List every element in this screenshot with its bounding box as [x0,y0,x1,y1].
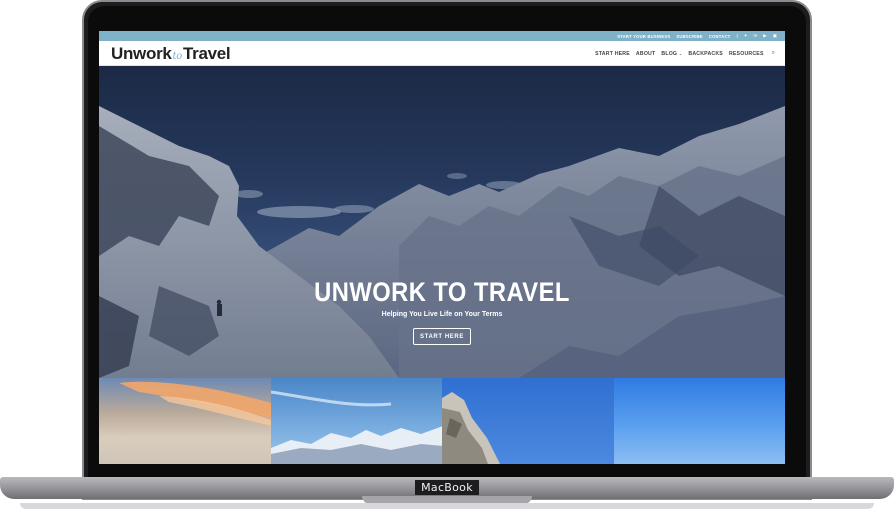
nav-blog[interactable]: BLOG ⌄ [661,51,682,57]
logo-word-unwork: Unwork [111,44,172,63]
instagram-icon[interactable]: ▣ [773,33,777,39]
facebook-icon[interactable]: f [736,34,737,39]
hero-section: UNWORK TO TRAVEL Helping You Live Life o… [99,66,785,378]
laptop-shadow [20,503,874,509]
main-nav: START HERE ABOUT BLOG ⌄ BACKPACKS RESOUR… [595,50,775,57]
sunset-cloud-image [119,381,271,426]
nav-about[interactable]: ABOUT [636,51,655,57]
site-logo[interactable]: UnworktoTravel [111,44,231,64]
image-tiles-row [99,378,785,464]
nav-blog-label: BLOG [661,50,678,57]
macbook-mockup: START YOUR BUSINESS SUBSCRIBE CONTACT f … [0,0,894,524]
tile-sunset-sky[interactable] [99,378,271,464]
device-brand-label: MacBook [0,480,894,495]
rock-cliff-image [442,392,500,464]
chevron-down-icon: ⌄ [678,50,683,56]
brand-text: MacBook [415,480,479,495]
hero-subtitle: Helping You Live Life on Your Terms [381,311,503,318]
nav-backpacks[interactable]: BACKPACKS [688,51,723,57]
tile-rock-cliff[interactable] [442,378,614,464]
youtube-icon[interactable]: ▶ [763,33,766,39]
hero-title: UNWORK TO TRAVEL [314,277,570,307]
topbar-link-contact[interactable]: CONTACT [709,34,731,39]
search-icon[interactable]: ⌕ [772,50,775,57]
email-icon[interactable]: ✉ [753,33,757,39]
logo-word-travel: Travel [183,44,231,63]
browser-screen: START YOUR BUSINESS SUBSCRIBE CONTACT f … [99,31,785,464]
tile-snowy-mountains[interactable] [270,378,442,464]
topbar-link-start-your-business[interactable]: START YOUR BUSINESS [617,34,670,39]
logo-word-to: to [172,51,183,62]
snowy-mountains-image [270,390,442,464]
nav-resources[interactable]: RESOURCES [729,51,764,57]
top-bar: START YOUR BUSINESS SUBSCRIBE CONTACT f … [99,31,785,41]
start-here-button[interactable]: START HERE [413,328,471,345]
nav-start-here[interactable]: START HERE [595,51,630,57]
twitter-icon[interactable]: ✦ [744,33,748,39]
site-header: UnworktoTravel START HERE ABOUT BLOG ⌄ B… [99,41,785,66]
tile-blue-sky[interactable] [613,378,785,464]
topbar-link-subscribe[interactable]: SUBSCRIBE [676,34,702,39]
